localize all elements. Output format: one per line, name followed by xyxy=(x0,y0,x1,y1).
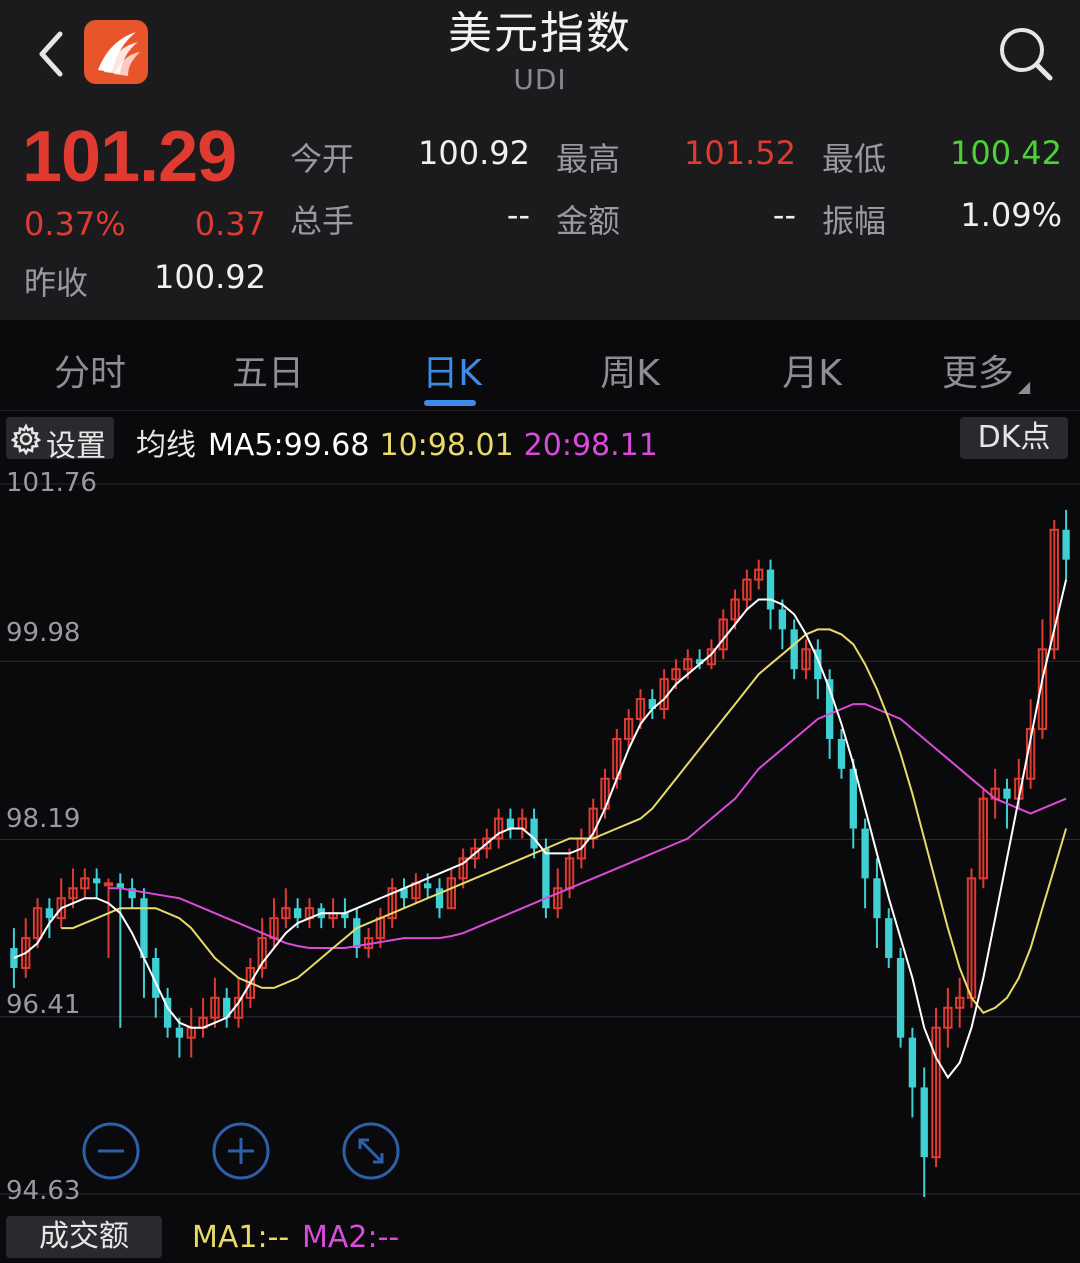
dropdown-triangle-icon: ◢ xyxy=(1017,377,1031,396)
prev-close-value: 100.92 xyxy=(154,258,266,296)
page-subtitle: UDI xyxy=(513,63,567,96)
gear-icon xyxy=(10,423,42,455)
candle-body-down xyxy=(896,957,905,1038)
last-price: 101.29 xyxy=(22,117,237,197)
amount-label: 金额 xyxy=(556,202,621,240)
candle-body-down xyxy=(908,1037,917,1088)
tab-monthly-k[interactable]: 月K xyxy=(732,344,892,396)
vol-ma1-value: MA1:-- xyxy=(192,1220,290,1255)
high-label: 最高 xyxy=(556,140,621,178)
volume-indicator-bar: 成交额 MA1:-- MA2:-- xyxy=(0,1212,1080,1263)
page-title: 美元指数 xyxy=(448,8,632,59)
candle-body-down xyxy=(766,569,775,610)
active-tab-indicator xyxy=(424,400,476,406)
volume-value: -- xyxy=(506,196,530,234)
candle-body-down xyxy=(849,768,857,829)
zoom-out-icon xyxy=(82,1122,140,1180)
open-label: 今开 xyxy=(290,140,355,178)
ma20-value: 20:98.11 xyxy=(523,428,658,463)
fullscreen-button[interactable] xyxy=(342,1122,400,1180)
volume-label: 总手 xyxy=(290,202,355,240)
candlestick-chart[interactable]: 101.76 99.98 98.19 96.41 94.63 xyxy=(0,464,1080,1210)
ma10-value: 10:98.01 xyxy=(379,428,514,463)
low-label: 最低 xyxy=(822,140,887,178)
turnover-button[interactable]: 成交额 xyxy=(6,1216,162,1258)
amplitude-value: 1.09% xyxy=(960,196,1062,234)
tab-weekly-k[interactable]: 周K xyxy=(550,344,710,396)
y-tick-label: 94.63 xyxy=(6,1176,81,1206)
high-value: 101.52 xyxy=(684,134,796,172)
vol-ma2-value: MA2:-- xyxy=(302,1220,400,1255)
candle-body-down xyxy=(293,908,302,919)
candle-body-down xyxy=(506,818,515,829)
candle-body-down xyxy=(45,908,54,919)
ma20-line xyxy=(108,703,1067,949)
amount-value: -- xyxy=(772,196,796,234)
chart-canvas xyxy=(0,483,1080,1197)
app-logo-icon xyxy=(84,20,148,84)
quote-header: 美元指数 UDI 101.29 0.37% 0.37 昨收 100.92 今开 … xyxy=(0,0,1080,320)
zoom-out-button[interactable] xyxy=(82,1122,140,1180)
candle-body-down xyxy=(1003,788,1011,799)
candle-body-down xyxy=(920,1087,928,1158)
candle-body-up xyxy=(103,882,114,887)
tab-more[interactable]: 更多 ◢ xyxy=(906,344,1066,396)
settings-button[interactable]: 设置 xyxy=(6,417,114,464)
expand-icon xyxy=(342,1122,400,1180)
candle-body-down xyxy=(885,918,893,958)
zoom-in-button[interactable] xyxy=(212,1122,270,1180)
change-percent: 0.37% xyxy=(24,205,126,243)
y-tick-label: 98.19 xyxy=(6,804,81,834)
tab-five-day[interactable]: 五日 xyxy=(188,344,348,396)
low-value: 100.42 xyxy=(950,134,1062,172)
candle-body-down xyxy=(778,609,787,630)
change-amount: 0.37 xyxy=(194,205,266,243)
ma5-line xyxy=(13,579,1068,1080)
candle-body-down xyxy=(175,1027,184,1038)
search-icon[interactable] xyxy=(996,24,1056,84)
candle-body-down xyxy=(790,629,798,670)
tab-daily-k[interactable]: 日K xyxy=(372,344,532,396)
period-tabs: 分时 五日 日K 周K 月K 更多 ◢ xyxy=(0,322,1080,411)
open-value: 100.92 xyxy=(418,134,530,172)
ma-title: 均线 xyxy=(136,428,196,463)
prev-close-label: 昨收 xyxy=(24,264,89,302)
dk-point-button[interactable]: DK点 xyxy=(960,417,1068,459)
ma-indicator-bar: 设置 均线 MA5:99.68 10:98.01 20:98.11 DK点 xyxy=(0,412,1080,464)
candle-body-down xyxy=(93,878,101,884)
amplitude-label: 振幅 xyxy=(822,202,887,240)
zoom-in-icon xyxy=(212,1122,270,1180)
ma5-value: MA5:99.68 xyxy=(208,428,370,463)
tab-intraday[interactable]: 分时 xyxy=(10,344,170,396)
candle-body-down xyxy=(424,883,432,889)
y-tick-label: 96.41 xyxy=(6,990,81,1020)
candle-body-down xyxy=(1062,529,1070,560)
candle-body-down xyxy=(353,918,361,949)
candle-body-down xyxy=(837,738,846,769)
ma10-line xyxy=(61,628,1068,1015)
candle-body-down xyxy=(861,828,869,879)
back-icon[interactable] xyxy=(30,28,78,80)
settings-label: 设置 xyxy=(46,429,106,464)
ma-values: 均线 MA5:99.68 10:98.01 20:98.11 xyxy=(136,420,668,464)
y-tick-label: 101.76 xyxy=(6,468,97,498)
y-tick-label: 99.98 xyxy=(6,618,81,648)
candle-body-down xyxy=(530,818,538,849)
candle-body-down xyxy=(873,878,881,919)
tab-more-label: 更多 xyxy=(941,353,1014,394)
